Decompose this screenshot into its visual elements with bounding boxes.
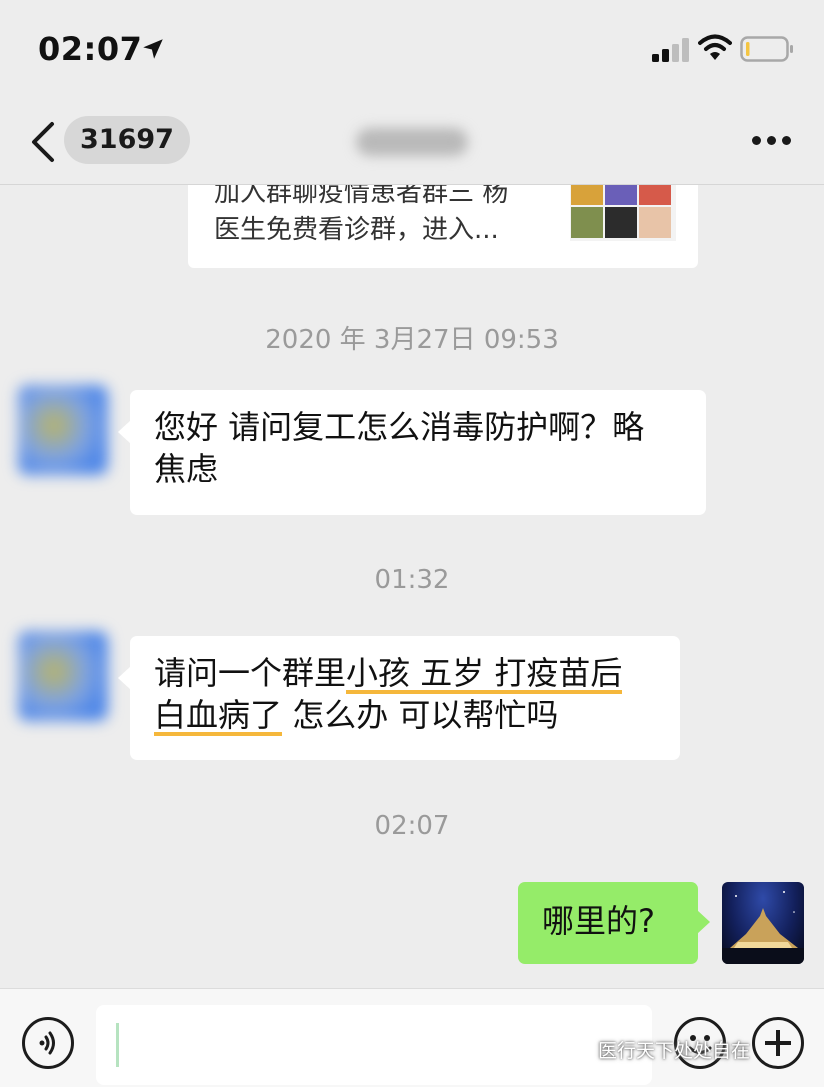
timestamp: 2020 年 3月27日 09:53 <box>265 325 559 355</box>
invite-desc-line-1: 加入群聊疫情患者群三 杨 <box>214 185 509 208</box>
timestamp: 02:07 <box>374 811 450 841</box>
message-line: 白血病了 怎么办 可以帮忙吗 <box>154 694 656 736</box>
status-time: 02:07 <box>38 30 143 68</box>
chat-header: 31697 <box>0 100 824 185</box>
more-dots-icon[interactable] <box>752 130 792 150</box>
night-temple-image <box>722 891 804 964</box>
timestamp: 01:32 <box>374 565 450 595</box>
incoming-message-bubble[interactable]: 请问一个群里小孩 五岁 打疫苗后 白血病了 怎么办 可以帮忙吗 <box>118 636 680 760</box>
watermark: 医行天下处处自在 <box>598 1040 751 1062</box>
incoming-message-bubble[interactable]: 您好 请问复工怎么消毒防护啊？略 焦虑 <box>118 390 706 515</box>
message-text: 请问一个群里 <box>154 654 347 692</box>
voice-icon[interactable] <box>22 1017 74 1069</box>
unread-count-badge[interactable]: 31697 <box>64 116 190 164</box>
invite-card-description: 加入群聊疫情患者群三 杨 医生免费看诊群，进入... <box>214 185 564 249</box>
invite-desc-line-2: 医生免费看诊群，进入... <box>214 215 499 245</box>
text-cursor <box>116 1023 119 1067</box>
message-text: 怎么办 可以帮忙吗 <box>282 696 559 734</box>
battery-low-icon <box>740 36 793 62</box>
avatar[interactable] <box>18 631 108 721</box>
message-line: 您好 请问复工怎么消毒防护啊？略 <box>154 408 645 446</box>
highlighted-text: 白血病了 <box>154 696 283 734</box>
avatar[interactable] <box>18 385 108 475</box>
message-line: 焦虑 <box>154 450 219 488</box>
message-text: 哪里的? <box>542 902 655 940</box>
highlighted-text: 小孩 五岁 打疫苗后 <box>346 654 623 692</box>
group-invite-card[interactable]: 加入群聊疫情患者群三 杨 医生免费看诊群，进入... <box>188 185 698 268</box>
message-input[interactable] <box>96 1005 652 1085</box>
status-bar: 02:07 <box>0 0 824 100</box>
cellular-signal-icon <box>652 38 689 62</box>
location-arrow-icon <box>143 39 163 59</box>
wifi-icon <box>698 34 732 60</box>
chevron-left-icon[interactable] <box>26 120 60 164</box>
outgoing-message-bubble[interactable]: 哪里的? <box>518 882 710 964</box>
chat-title-redacted <box>356 128 468 156</box>
message-line: 请问一个群里小孩 五岁 打疫苗后 <box>154 652 656 694</box>
message-list[interactable]: 加入群聊疫情患者群三 杨 医生免费看诊群，进入... 2020 年 3月27日 … <box>0 185 824 988</box>
plus-icon[interactable] <box>752 1017 804 1069</box>
group-avatar-grid <box>570 185 676 241</box>
avatar[interactable] <box>722 882 804 964</box>
